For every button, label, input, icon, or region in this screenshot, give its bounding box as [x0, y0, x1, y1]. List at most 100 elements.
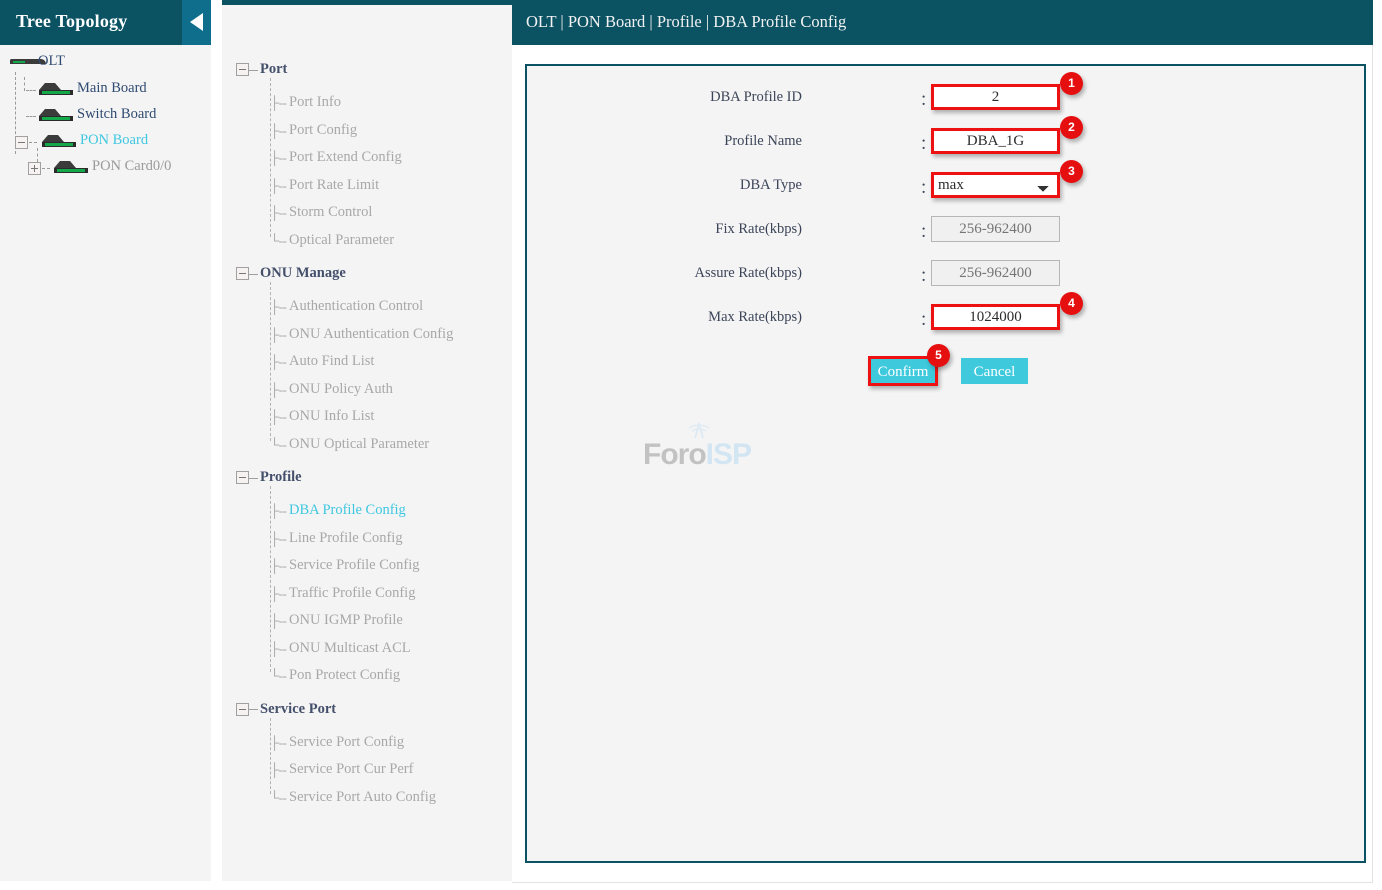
tree-node-olt[interactable]: OLT — [0, 50, 211, 77]
tree-branch-icon: ├-- — [270, 299, 287, 314]
assure-rate-label: Assure Rate(kbps) — [694, 265, 802, 281]
nav-item-label[interactable]: Service Port Config — [289, 734, 404, 751]
content-header: OLT | PON Board | Profile | DBA Profile … — [512, 0, 1373, 45]
tree-node-main-board[interactable]: Main Board — [0, 77, 211, 103]
nav-item-label[interactable]: ONU IGMP Profile — [289, 612, 403, 629]
tree-topology-body: OLT Main Board Switch Board PON Board PO… — [0, 45, 211, 881]
nav-group-label[interactable]: Profile — [260, 469, 302, 486]
tree-node-label: PON Card0/0 — [92, 158, 172, 174]
tree-connector — [249, 709, 258, 710]
navigation-menu: Port ├-- Port Info ├-- Port Config ├-- Port Ex… — [222, 45, 512, 881]
tree-node-label: Main Board — [77, 80, 147, 96]
tree-node-switch-board[interactable]: Switch Board — [0, 103, 211, 129]
tree-branch-icon: ├-- — [270, 150, 287, 165]
step-badge-1: 1 — [1060, 72, 1083, 95]
nav-item-label[interactable]: Service Port Cur Perf — [289, 761, 413, 778]
tree-branch-icon: ├-- — [270, 762, 287, 777]
tree-connector — [29, 142, 37, 143]
nav-item-label[interactable]: ONU Multicast ACL — [289, 640, 411, 657]
device-board-icon — [42, 135, 76, 149]
navigation-panel: Port ├-- Port Info ├-- Port Config ├-- Port Ex… — [222, 0, 512, 881]
nav-item-label[interactable]: ONU Authentication Config — [289, 326, 453, 343]
tree-branch-icon: ├-- — [270, 530, 287, 546]
nav-group-label[interactable]: ONU Manage — [260, 265, 346, 282]
tree-node-label: OLT — [38, 53, 65, 69]
nav-item-label[interactable]: Service Port Auto Config — [289, 789, 436, 806]
nav-item-label[interactable]: ONU Policy Auth — [289, 381, 393, 398]
form-row-assure-rate: Assure Rate(kbps)： — [527, 260, 1364, 290]
navigation-panel-topbar — [222, 0, 512, 5]
step-badge-5: 5 — [927, 344, 950, 367]
dba-type-input[interactable]: fixassureassure+maxmax — [931, 172, 1060, 198]
tree-node-pon-card[interactable]: PON Card0/0 — [0, 148, 211, 181]
nav-item-label[interactable]: Port Rate Limit — [289, 177, 379, 194]
nav-item-label[interactable]: Service Profile Config — [289, 557, 419, 574]
nav-item-label[interactable]: Authentication Control — [289, 298, 423, 315]
nav-item-label[interactable]: ONU Info List — [289, 408, 374, 425]
nav-group-label[interactable]: Service Port — [260, 701, 336, 718]
tree-branch-icon: ├-- — [270, 640, 287, 656]
minus-box-icon[interactable] — [236, 267, 249, 280]
nav-item-label[interactable]: Storm Control — [289, 204, 372, 221]
cancel-button[interactable]: Cancel — [961, 358, 1028, 384]
triangle-left-icon — [190, 13, 203, 31]
profile-name-input[interactable] — [931, 128, 1060, 154]
nav-item-label[interactable]: Port Info — [289, 94, 341, 111]
dba-profile-form-panel: DBA Profile ID：1Profile Name：2DBA Type：f… — [525, 64, 1366, 863]
max-rate-label: Max Rate(kbps) — [708, 309, 802, 325]
collapse-sidebar-button[interactable] — [182, 0, 211, 45]
tree-connector — [26, 116, 36, 117]
tree-branch-icon: ├-- — [270, 734, 287, 750]
content-area: OLT | PON Board | Profile | DBA Profile … — [512, 0, 1382, 890]
nav-item-label[interactable]: Port Extend Config — [289, 149, 402, 166]
tree-branch-icon: ├-- — [270, 95, 287, 110]
tree-branch-icon: ├-- — [270, 354, 287, 369]
tree-connector — [249, 273, 258, 275]
nav-item-label[interactable]: Traffic Profile Config — [289, 585, 415, 602]
nav-item-label[interactable]: Port Config — [289, 122, 357, 139]
nav-item-label[interactable]: Optical Parameter — [289, 232, 394, 249]
dba-profile-id-input[interactable] — [931, 84, 1060, 110]
max-rate-input[interactable] — [931, 304, 1060, 330]
tree-connector-spine — [270, 78, 271, 237]
minus-box-icon[interactable] — [236, 63, 249, 76]
nav-item-label[interactable]: Pon Protect Config — [289, 667, 400, 684]
tree-branch-icon: ├-- — [270, 205, 287, 220]
dba-profile-id-label: DBA Profile ID — [710, 89, 802, 105]
tree-connector-spine — [270, 282, 271, 441]
nav-group-label[interactable]: Port — [260, 61, 287, 78]
nav-item-label[interactable]: Auto Find List — [289, 353, 374, 370]
dba-type-label: DBA Type — [740, 177, 802, 193]
assure-rate-input — [931, 260, 1060, 286]
tree-branch-icon: ├-- — [270, 585, 287, 601]
form-buttons-row: Confirm 5 Cancel — [527, 344, 1364, 390]
tree-branch-icon: ├-- — [270, 177, 287, 193]
tree-corner-icon: └-- — [270, 232, 287, 248]
tree-corner-icon: └-- — [270, 789, 287, 805]
device-board-icon — [39, 83, 73, 97]
watermark-text-secondary: ISP — [705, 438, 752, 471]
watermark-text-primary: Foro — [643, 438, 707, 471]
tree-connector — [37, 148, 38, 162]
tree-topology-panel: Tree Topology OLT Main Board Switch Boar… — [0, 0, 211, 881]
nav-item-label[interactable]: DBA Profile Config — [289, 502, 406, 519]
step-badge-2: 2 — [1060, 116, 1083, 139]
nav-item-label[interactable]: ONU Optical Parameter — [289, 436, 429, 453]
form-row-profile-name: Profile Name：2 — [527, 116, 1364, 158]
minus-box-icon[interactable] — [236, 471, 249, 484]
tree-connector — [24, 77, 25, 91]
fix-rate-input — [931, 216, 1060, 242]
step-badge-4: 4 — [1060, 292, 1083, 315]
tree-connector-spine — [270, 717, 271, 794]
breadcrumb: OLT | PON Board | Profile | DBA Profile … — [526, 12, 847, 31]
minus-box-icon[interactable] — [15, 136, 28, 149]
nav-item-label[interactable]: Line Profile Config — [289, 530, 403, 547]
tree-branch-icon: ├-- — [270, 326, 287, 342]
plus-box-icon[interactable] — [28, 162, 41, 175]
form-row-max-rate: Max Rate(kbps)：4 — [527, 292, 1364, 334]
tree-node-pon-board[interactable]: PON Board — [0, 129, 211, 155]
form-row-fix-rate: Fix Rate(kbps)： — [527, 216, 1364, 246]
tree-branch-icon: ├-- — [270, 122, 287, 138]
minus-box-icon[interactable] — [236, 702, 249, 716]
tree-branch-icon: ├-- — [270, 558, 287, 573]
